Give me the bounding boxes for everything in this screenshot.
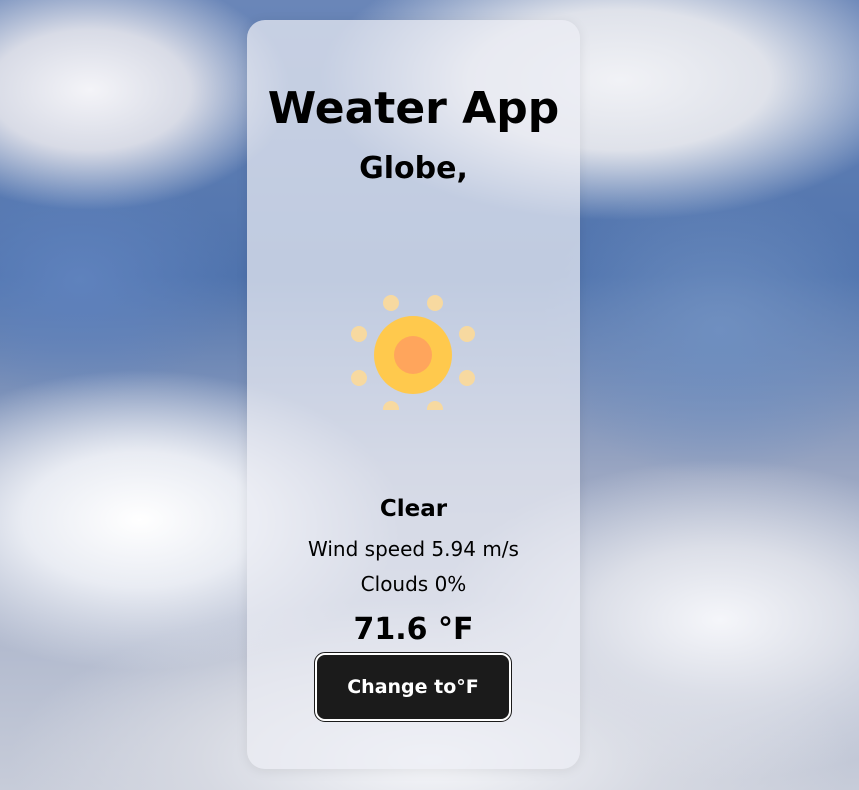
sun-icon (351, 295, 475, 410)
weather-card: Weater App Globe, Clear Wind speed 5.94 … (247, 20, 580, 769)
temperature: 71.6 °F (353, 612, 474, 647)
wind-speed: Wind speed 5.94 m/s (308, 537, 519, 561)
change-unit-button[interactable]: Change to°F (314, 652, 512, 722)
cloud-coverage: Clouds 0% (360, 572, 467, 596)
app-title: Weater App (267, 83, 560, 134)
city-name: Globe, (359, 151, 468, 186)
weather-condition: Clear (379, 496, 448, 522)
